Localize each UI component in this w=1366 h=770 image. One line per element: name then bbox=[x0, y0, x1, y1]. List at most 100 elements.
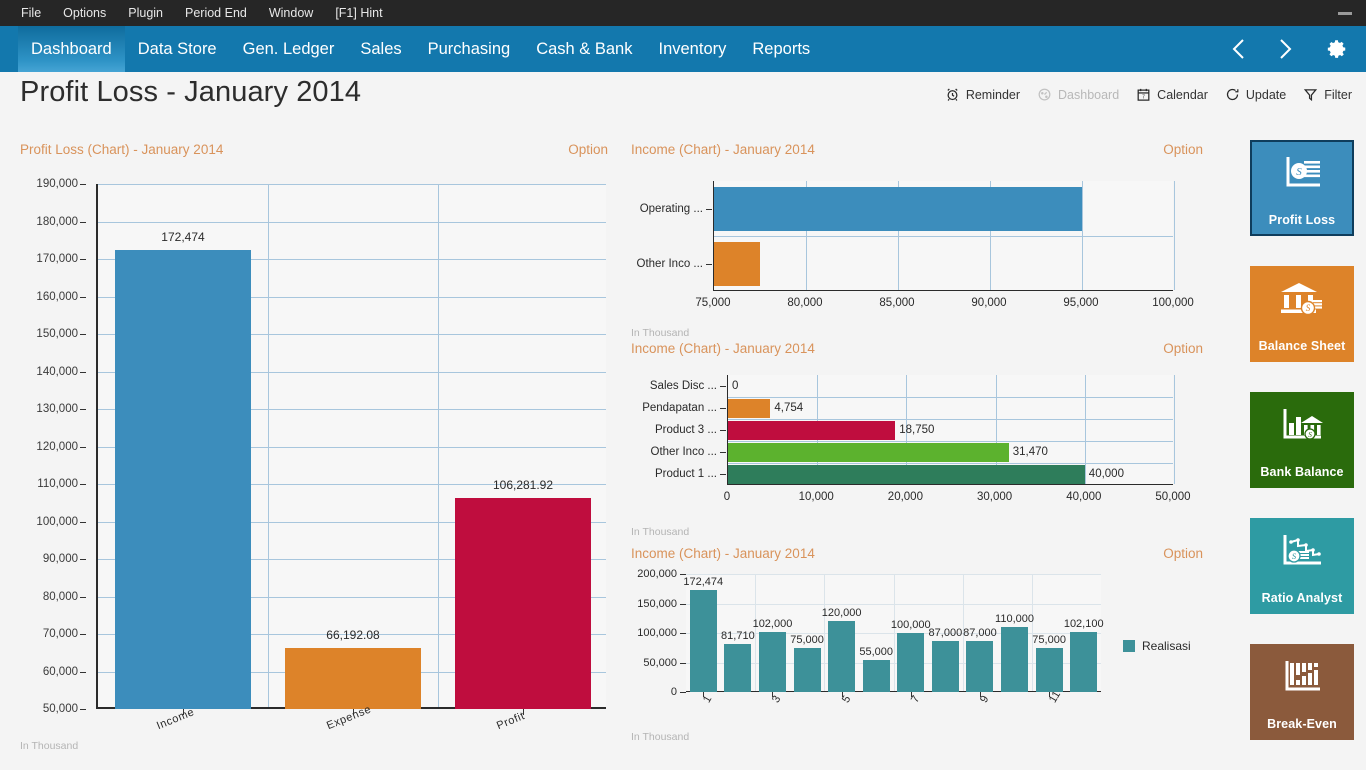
category-tick bbox=[720, 408, 726, 409]
x-axis-tick-label: 40,000 bbox=[1066, 491, 1102, 503]
dashboard-gauge-icon bbox=[1037, 87, 1052, 102]
menu-item-f1-hint[interactable]: [F1] Hint bbox=[324, 6, 393, 20]
bar-month-5[interactable] bbox=[828, 621, 856, 692]
tab-sales[interactable]: Sales bbox=[347, 26, 414, 72]
tile-bank-balance[interactable]: S Bank Balance bbox=[1250, 392, 1354, 488]
y-axis-tick bbox=[80, 559, 86, 560]
x-axis-tick-label: 10,000 bbox=[798, 491, 834, 503]
bar-value-label: 87,000 bbox=[963, 626, 997, 639]
tab-cash-bank[interactable]: Cash & Bank bbox=[523, 26, 645, 72]
header-tool-reminder[interactable]: Reminder bbox=[945, 87, 1020, 102]
footnote-income-detail: In Thousand bbox=[631, 526, 690, 538]
x-axis-tick-label: 1 bbox=[701, 693, 715, 705]
window-minimize-button[interactable] bbox=[1338, 12, 1352, 15]
tab-reports[interactable]: Reports bbox=[739, 26, 823, 72]
tile-break-even[interactable]: Break-Even bbox=[1250, 644, 1354, 740]
bar-month-10[interactable] bbox=[1001, 627, 1029, 692]
tab-inventory[interactable]: Inventory bbox=[646, 26, 740, 72]
bar-month-8[interactable] bbox=[931, 640, 959, 692]
bar-3[interactable] bbox=[728, 442, 1009, 462]
tile-balance-sheet[interactable]: S Balance Sheet bbox=[1250, 266, 1354, 362]
x-axis-tick-label: 20,000 bbox=[887, 491, 923, 503]
bar-expense[interactable] bbox=[285, 648, 421, 709]
menu-item-window[interactable]: Window bbox=[258, 6, 324, 20]
bar-value-label: 100,000 bbox=[890, 619, 931, 631]
section-header-income-detail: Income (Chart) - January 2014 Option bbox=[631, 341, 1203, 356]
gridline-horizontal bbox=[728, 397, 1173, 398]
category-label: Other Inco ... bbox=[650, 446, 717, 458]
x-axis-tick-label: 90,000 bbox=[971, 297, 1007, 309]
bar-month-3[interactable] bbox=[758, 631, 786, 692]
income-summary-chart: Operating ... Other Inco ... 75,000 80,000 8… bbox=[631, 165, 1203, 335]
bar-value-label: 18,750 bbox=[899, 424, 935, 436]
option-link-income-detail[interactable]: Option bbox=[1163, 341, 1203, 356]
y-axis-tick-label: 200,000 bbox=[637, 568, 677, 580]
y-axis-tick bbox=[80, 521, 86, 523]
section-header-income-monthly: Income (Chart) - January 2014 Option bbox=[631, 546, 1203, 561]
bar-value-label: 40,000 bbox=[1088, 468, 1124, 480]
gridline-horizontal bbox=[98, 184, 606, 185]
menu-item-period-end[interactable]: Period End bbox=[174, 6, 258, 20]
bar-profit[interactable] bbox=[455, 497, 591, 709]
menu-item-plugin[interactable]: Plugin bbox=[117, 6, 174, 20]
tile-ratio-analyst[interactable]: S Ratio Analyst bbox=[1250, 518, 1354, 614]
menu-item-options[interactable]: Options bbox=[52, 6, 117, 20]
gridline-vertical bbox=[755, 574, 756, 691]
menu-item-file[interactable]: File bbox=[10, 6, 52, 20]
section-title: Profit Loss (Chart) - January 2014 bbox=[20, 142, 224, 157]
tab-dashboard[interactable]: Dashboard bbox=[18, 26, 125, 72]
bar-month-6[interactable] bbox=[862, 659, 890, 692]
bar-month-7[interactable] bbox=[897, 633, 925, 692]
option-link-profit-loss[interactable]: Option bbox=[568, 142, 608, 157]
tab-gen-ledger[interactable]: Gen. Ledger bbox=[230, 26, 348, 72]
x-axis-tick-label: 95,000 bbox=[1063, 297, 1099, 309]
nav-next-button[interactable] bbox=[1262, 26, 1308, 72]
header-tool-calendar[interactable]: 7 Calendar bbox=[1136, 87, 1208, 102]
plot-area: 172,474 Income 66,192.08 Expense 106,281.92 P… bbox=[96, 184, 606, 732]
legend-label: Realisasi bbox=[1142, 638, 1191, 653]
header-tool-update[interactable]: Update bbox=[1225, 87, 1286, 102]
option-link-income-summary[interactable]: Option bbox=[1163, 142, 1203, 157]
bank-columns-icon: S bbox=[1279, 280, 1325, 323]
bar-month-1[interactable] bbox=[689, 590, 717, 692]
header-tool-label: Update bbox=[1245, 87, 1287, 102]
bar-1[interactable] bbox=[714, 241, 760, 286]
svg-text:7: 7 bbox=[1142, 95, 1145, 101]
section-header-profit-loss: Profit Loss (Chart) - January 2014 Optio… bbox=[20, 142, 608, 157]
gear-icon[interactable] bbox=[1308, 26, 1366, 72]
bar-1[interactable] bbox=[728, 398, 771, 418]
category-label: Product 1 ... bbox=[654, 468, 717, 480]
bar-2[interactable] bbox=[728, 420, 896, 440]
y-axis-tick bbox=[80, 334, 86, 335]
bar-month-12[interactable] bbox=[1070, 631, 1098, 692]
bar-0[interactable] bbox=[714, 186, 1082, 231]
nav-prev-button[interactable] bbox=[1216, 26, 1262, 72]
page-header: Profit Loss - January 2014 Reminder Dashb… bbox=[0, 72, 1366, 122]
header-tool-filter[interactable]: Filter bbox=[1303, 87, 1352, 102]
header-tool-label: Calendar bbox=[1157, 87, 1208, 102]
bar-month-2[interactable] bbox=[724, 643, 752, 692]
bar-income[interactable] bbox=[115, 249, 251, 709]
tile-label: Profit Loss bbox=[1268, 213, 1336, 227]
x-axis-tick-label: 0 bbox=[723, 491, 731, 503]
bar-month-4[interactable] bbox=[793, 647, 821, 692]
bar-month-9[interactable] bbox=[966, 640, 994, 692]
category-tick bbox=[706, 263, 712, 265]
header-tool-dashboard: Dashboard bbox=[1037, 87, 1119, 102]
income-detail-chart: Sales Disc ... 0 Pendapatan ... 4,754 Produc… bbox=[631, 365, 1203, 530]
tab-purchasing[interactable]: Purchasing bbox=[415, 26, 524, 72]
x-axis-tick-label: 100,000 bbox=[1152, 297, 1194, 309]
bar-4[interactable] bbox=[728, 464, 1085, 484]
menu-bar: File Options Plugin Period End Window [F1] Hi… bbox=[0, 0, 1366, 26]
category-label: Other Inco ... bbox=[636, 257, 703, 270]
tile-profit-loss[interactable]: S Profit Loss bbox=[1250, 140, 1354, 236]
section-title: Income (Chart) - January 2014 bbox=[631, 341, 815, 356]
bar-month-11[interactable] bbox=[1035, 647, 1063, 692]
tile-label: Break-Even bbox=[1267, 717, 1337, 731]
funnel-icon bbox=[1303, 87, 1318, 102]
y-axis-tick-label: 160,000 bbox=[36, 290, 78, 303]
bar-value-label: 31,470 bbox=[1012, 446, 1048, 458]
plot-area bbox=[713, 181, 1175, 291]
tab-data-store[interactable]: Data Store bbox=[125, 26, 230, 72]
option-link-income-monthly[interactable]: Option bbox=[1163, 546, 1203, 561]
